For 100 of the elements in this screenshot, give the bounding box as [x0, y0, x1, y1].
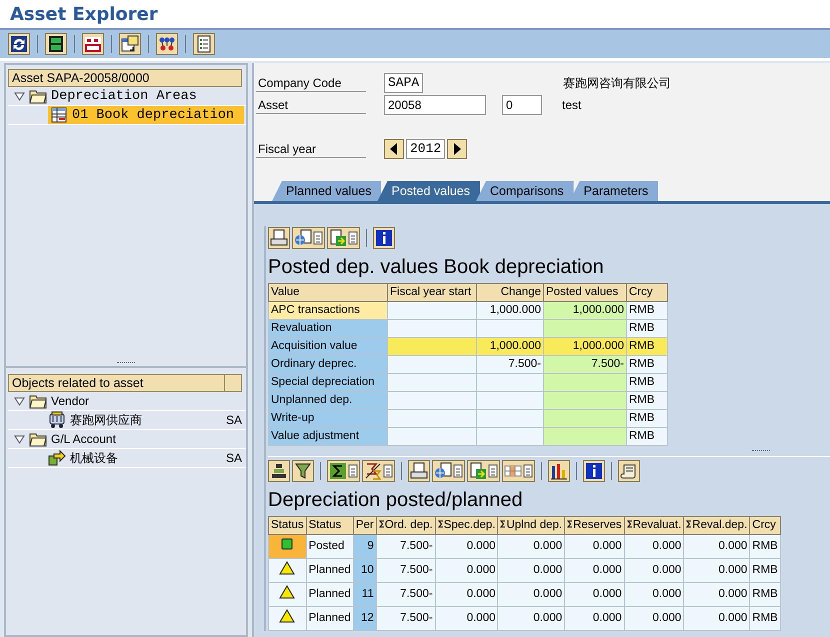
column-header[interactable]: Spec.dep.	[435, 516, 498, 534]
tab[interactable]: Comparisons	[476, 181, 574, 201]
table-cell: 0.000	[624, 582, 684, 606]
printer-icon	[410, 462, 428, 480]
collapse-icon[interactable]	[14, 434, 25, 444]
globe-document-button[interactable]	[432, 460, 465, 482]
splitter-grip[interactable]	[117, 362, 135, 364]
tree-node[interactable]: 赛跑网供应商	[70, 412, 142, 428]
refresh-button[interactable]	[8, 33, 30, 55]
table-cell: RMB	[626, 302, 668, 320]
save-button[interactable]	[45, 33, 67, 55]
column-header[interactable]: Reval.dep.	[684, 516, 750, 534]
column-header[interactable]: Crcy	[750, 516, 780, 534]
table-cell: Planned	[306, 606, 354, 630]
table-cell: 0.000	[435, 582, 498, 606]
table-cell: 0.000	[435, 558, 498, 582]
export-button[interactable]	[467, 460, 500, 482]
table-cell: 10	[353, 558, 376, 582]
subnumber-field[interactable]: 0	[502, 95, 542, 115]
bar-chart-icon	[550, 462, 568, 480]
status-cell[interactable]	[268, 558, 306, 582]
table-title: Depreciation posted/planned	[268, 488, 524, 513]
tree-node[interactable]: 机械设备	[70, 450, 118, 466]
column-header[interactable]: Crcy	[626, 284, 668, 302]
table-cell: 7.500-	[476, 356, 544, 374]
arrow-icon	[48, 449, 66, 467]
table-button[interactable]	[119, 33, 141, 55]
info-icon	[375, 229, 393, 247]
column-header[interactable]: Status	[268, 516, 306, 534]
layout-grid-button[interactable]	[502, 460, 535, 482]
next-year-button[interactable]	[447, 139, 468, 159]
export-icon	[469, 462, 487, 480]
table-cell: 0.000	[498, 534, 565, 558]
collapse-icon[interactable]	[14, 396, 25, 406]
table-cell: Acquisition value	[268, 338, 388, 356]
tree-node[interactable]: G/L Account	[51, 432, 116, 446]
asset-description: test	[562, 98, 582, 112]
asset-number-field[interactable]: 20058	[384, 95, 486, 115]
info-button[interactable]	[373, 227, 395, 249]
status-cell[interactable]	[268, 582, 306, 606]
table-cell: 9	[353, 534, 376, 558]
sum-button[interactable]	[327, 460, 360, 482]
company-code-field[interactable]: SAPA	[384, 73, 424, 93]
table-cell	[476, 320, 544, 338]
table-cell	[476, 374, 544, 392]
column-header[interactable]: Reserves	[564, 516, 624, 534]
globe-document-button[interactable]	[292, 227, 325, 249]
globe-document-icon	[294, 229, 312, 247]
collapse-icon[interactable]	[14, 92, 25, 100]
currency-button[interactable]	[82, 33, 104, 55]
subtotal-icon	[364, 462, 382, 480]
globe-document-icon	[434, 462, 452, 480]
tab[interactable]: Planned values	[272, 181, 382, 201]
table-cell: 0.000	[564, 582, 624, 606]
info-button[interactable]	[583, 460, 605, 482]
dropdown-list-icon	[453, 462, 463, 480]
currency-icon	[84, 35, 102, 53]
window-title: Asset Explorer	[10, 4, 158, 24]
column-header[interactable]: Fiscal year start	[388, 284, 476, 302]
table-cell: 1,000.000	[544, 302, 626, 320]
column-header[interactable]: Change	[476, 284, 544, 302]
printer-button[interactable]	[268, 227, 290, 249]
column-header[interactable]: Per	[353, 516, 376, 534]
column-header[interactable]: Ord. dep.	[376, 516, 436, 534]
list-button[interactable]	[193, 33, 215, 55]
dropdown-list-icon	[313, 229, 323, 247]
table-cell: RMB	[626, 410, 668, 428]
object-code: SA	[226, 451, 243, 465]
column-header[interactable]: Status	[306, 516, 354, 534]
column-header[interactable]: Revaluat.	[624, 516, 684, 534]
table-cell: 0.000	[684, 606, 750, 630]
field-label: Company Code	[256, 74, 366, 92]
column-header[interactable]: Uplnd dep.	[498, 516, 565, 534]
printer-button[interactable]	[408, 460, 430, 482]
tree-node[interactable]: Vendor	[51, 394, 90, 408]
table-cell: RMB	[626, 320, 668, 338]
sort-ascending-button[interactable]	[268, 460, 290, 482]
table-cell: 7.500-	[376, 606, 436, 630]
filter-button[interactable]	[292, 460, 314, 482]
table-cell: RMB	[626, 392, 668, 410]
network-button[interactable]	[156, 33, 178, 55]
table-cell	[476, 392, 544, 410]
tree-node[interactable]: 01 Book depreciation	[48, 106, 244, 124]
column-header[interactable]: Value	[268, 284, 388, 302]
tree-node[interactable]: Depreciation Areas	[51, 88, 197, 104]
status-cell[interactable]	[268, 606, 306, 630]
sort-ascending-icon	[270, 462, 288, 480]
scroll-button[interactable]	[618, 460, 640, 482]
object-code: SA	[226, 413, 243, 427]
subtotal-button[interactable]	[362, 460, 395, 482]
export-button[interactable]	[327, 227, 360, 249]
table-cell: 0.000	[498, 558, 565, 582]
previous-year-button[interactable]	[384, 139, 404, 159]
column-header[interactable]: Posted values	[544, 284, 626, 302]
tab[interactable]: Posted values	[377, 181, 480, 201]
table-cell: RMB	[626, 356, 668, 374]
fiscal-year-field[interactable]: 2012	[406, 139, 446, 159]
status-cell[interactable]	[268, 534, 306, 558]
table-cell: 0.000	[498, 606, 565, 630]
bar-chart-button[interactable]	[548, 460, 570, 482]
